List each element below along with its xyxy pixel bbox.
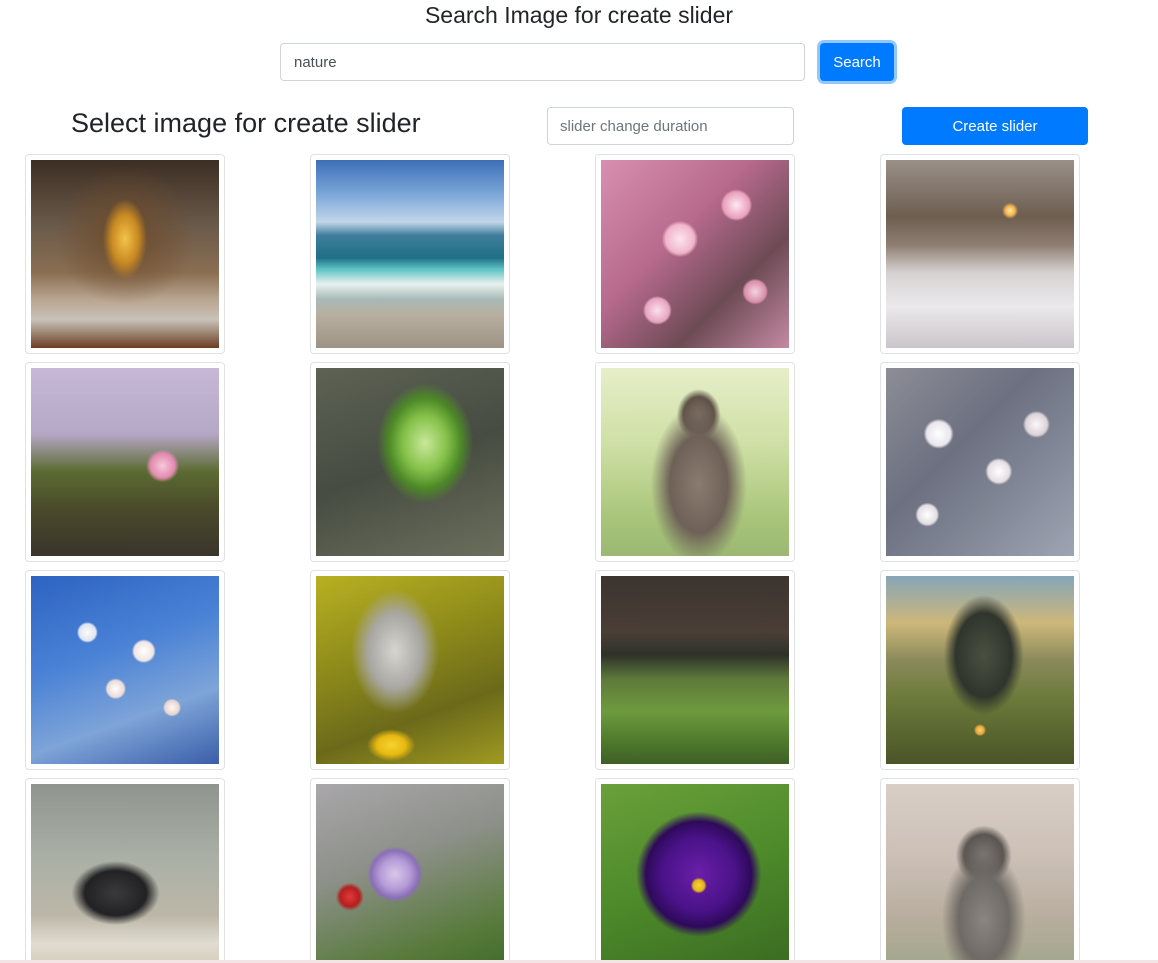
image-card-snow-forest[interactable] bbox=[880, 154, 1080, 354]
photo-blossom bbox=[601, 160, 789, 348]
image-card-moss-flower[interactable] bbox=[25, 362, 225, 562]
photo-wallaby bbox=[601, 368, 789, 556]
image-card-valley[interactable] bbox=[595, 570, 795, 770]
photo-sea bbox=[316, 160, 504, 348]
photo-white-blossoms bbox=[886, 368, 1074, 556]
photo-anemone bbox=[316, 784, 504, 963]
photo-blossom-branch bbox=[31, 576, 219, 764]
image-card-fern[interactable] bbox=[310, 362, 510, 562]
photo-mountain bbox=[886, 576, 1074, 764]
photo-pansy bbox=[601, 784, 789, 963]
photo-snow-forest bbox=[886, 160, 1074, 348]
image-card-butterfly[interactable] bbox=[310, 570, 510, 770]
photo-butterfly bbox=[316, 576, 504, 764]
photo-valley bbox=[601, 576, 789, 764]
image-card-anemone[interactable] bbox=[310, 778, 510, 963]
image-card-mountain[interactable] bbox=[880, 570, 1080, 770]
image-card-beetle[interactable] bbox=[25, 778, 225, 963]
image-card-wallaby[interactable] bbox=[595, 362, 795, 562]
photo-chapel bbox=[31, 160, 219, 348]
image-card-sea[interactable] bbox=[310, 154, 510, 354]
image-card-wallaby-portrait[interactable] bbox=[880, 778, 1080, 963]
image-card-blossom[interactable] bbox=[595, 154, 795, 354]
photo-fern bbox=[316, 368, 504, 556]
image-card-chapel[interactable] bbox=[25, 154, 225, 354]
photo-beetle bbox=[31, 784, 219, 963]
image-card-blossom-branch[interactable] bbox=[25, 570, 225, 770]
photo-wallaby-portrait bbox=[886, 784, 1074, 963]
image-card-white-blossoms[interactable] bbox=[880, 362, 1080, 562]
image-card-pansy[interactable] bbox=[595, 778, 795, 963]
image-gallery bbox=[0, 0, 1158, 963]
photo-moss-flower bbox=[31, 368, 219, 556]
